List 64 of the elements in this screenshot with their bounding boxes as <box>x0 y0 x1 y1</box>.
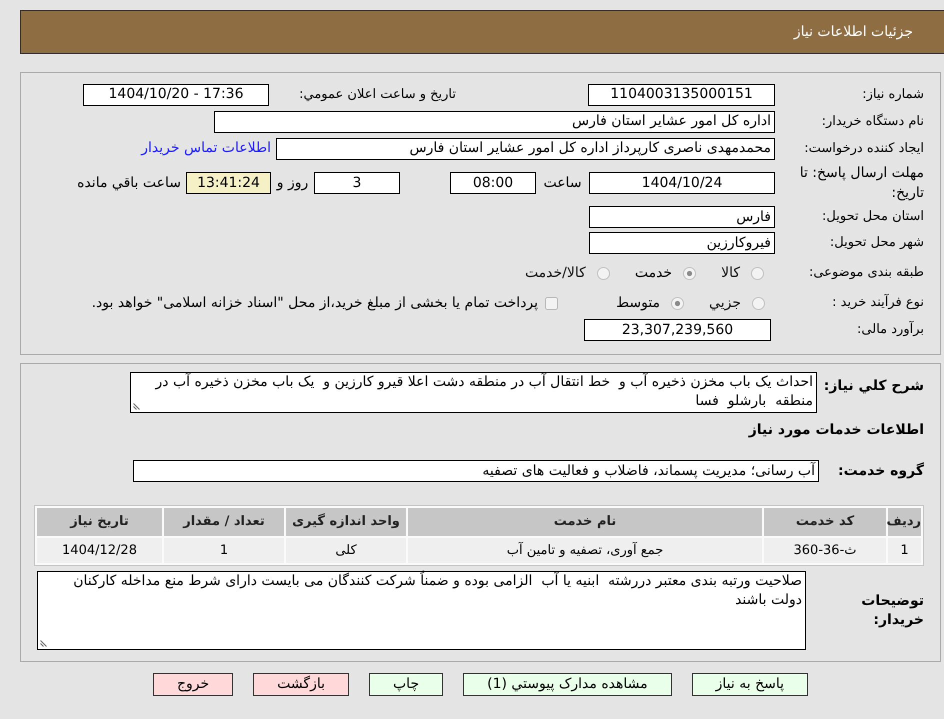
resize-grip-icon[interactable] <box>40 640 47 647</box>
checkbox[interactable] <box>545 296 558 310</box>
action-button[interactable]: چاپ <box>369 673 444 696</box>
budget-field[interactable]: 23,307,239,560 <box>584 319 771 341</box>
need-number-field[interactable]: 1104003135000151 <box>588 84 775 106</box>
description-field[interactable]: احداث يک باب مخزن ذخيره آب و خط انتقال آب در منطقه دشت اعلا قيرو کارزين و يک باب مخزن ذخيره آب در منطقه بارشلو فسا <box>130 372 817 413</box>
column-header: واحد اندازه گيری <box>286 508 406 536</box>
action-button[interactable]: خروج <box>152 673 234 696</box>
radio-button[interactable] <box>671 296 684 310</box>
description-label: شرح کلي نياز: <box>824 378 924 394</box>
column-header: نام خدمت <box>408 508 762 536</box>
need-number-label: شماره نياز: <box>862 86 924 104</box>
time-label: ساعت <box>543 174 582 192</box>
table-cell: جمع آوری، تصفيه و تامين آب <box>408 538 762 563</box>
radio-button[interactable] <box>752 296 765 310</box>
city-label: شهر محل تحويل: <box>830 234 924 252</box>
option-label: کالا <box>721 264 740 282</box>
announce-date-field[interactable]: 1404/10/20 - 17:36 <box>83 84 269 106</box>
contact-buyer-link[interactable]: اطلاعات تماس خريدار <box>141 138 271 159</box>
page-title: جزئيات اطلاعات نياز <box>794 22 913 42</box>
radio-button[interactable] <box>683 266 696 280</box>
province-label: استان محل تحويل: <box>822 208 924 226</box>
resize-grip-icon[interactable] <box>133 403 140 410</box>
service-group-field[interactable]: آب رسانی؛ مديريت پسماند، فاضلاب و فعاليت های تصفيه <box>133 460 819 482</box>
table-cell: کلی <box>286 538 406 563</box>
option-label: کالا/خدمت <box>524 264 586 282</box>
deadline-date-field[interactable]: 1404/10/24 <box>589 172 775 194</box>
deadline-time-field[interactable]: 08:00 <box>450 172 536 194</box>
column-header: رديف <box>888 508 921 536</box>
table-cell: ث-36-360 <box>764 538 886 563</box>
city-field[interactable]: فيروکارزين <box>589 232 775 254</box>
remaining-time-field[interactable]: 13:41:24 <box>186 172 271 194</box>
column-header: کد خدمت <box>764 508 886 536</box>
column-header: تاريخ نياز <box>37 508 162 536</box>
column-header: تعداد / مقدار <box>164 508 284 536</box>
services-section-title: اطلاعات خدمات مورد نياز <box>748 420 924 440</box>
table-cell: 1 <box>888 538 921 563</box>
deadline-label: مهلت ارسال پاسخ: تا تاريخ: <box>798 164 924 203</box>
buyer-org-field[interactable]: اداره کل امور عشاير استان فارس <box>214 110 775 132</box>
table-cell: 1 <box>164 538 284 563</box>
requester-field[interactable]: محمدمهدی ناصری کارپرداز اداره کل امور عشاير استان فارس <box>276 138 775 160</box>
treasury-payment-label: پرداخت تمام يا بخشی از مبلغ خريد،از محل "اسناد خزانه اسلامی" خواهد بود. <box>92 294 538 312</box>
remaining-time-label: ساعت باقي مانده <box>77 174 181 192</box>
radio-button[interactable] <box>596 266 610 280</box>
announce-date-label: تاريخ و ساعت اعلان عمومي: <box>299 86 456 104</box>
days-label: روز و <box>276 174 308 192</box>
days-field[interactable]: 3 <box>314 172 400 194</box>
action-button[interactable]: پاسخ به نياز <box>692 673 808 696</box>
radio-button[interactable] <box>751 266 764 280</box>
option-label: خدمت <box>634 264 672 282</box>
province-field[interactable]: فارس <box>589 206 775 228</box>
option-label: متوسط <box>616 294 660 312</box>
requester-label: ايجاد کننده درخواست: <box>804 140 924 158</box>
buyer-org-label: نام دستگاه خريدار: <box>822 112 924 131</box>
purchase-type-label: نوع فرآيند خريد : <box>832 293 924 312</box>
option-label: جزيي <box>709 294 741 312</box>
buyer-notes-field[interactable]: صلاحيت ورتبه بندی معتبر دررشته ابنيه يا آب الزامی بوده و ضمناً شرکت کنندگان می بايست دارای شرط منع مداخله کارکنان دولت باشند <box>37 571 806 650</box>
table-cell: 1404/12/28 <box>37 538 162 563</box>
buyer-notes-label: توضيحات خريدار: <box>860 592 924 630</box>
action-button[interactable]: مشاهده مدارک پيوستي (1) <box>463 673 672 696</box>
budget-label: برآورد مالی: <box>857 320 924 340</box>
category-label: طبقه بندی موضوعی: <box>808 264 924 282</box>
service-group-label: گروه خدمت: <box>838 461 924 480</box>
action-button[interactable]: بازگشت <box>253 673 349 696</box>
